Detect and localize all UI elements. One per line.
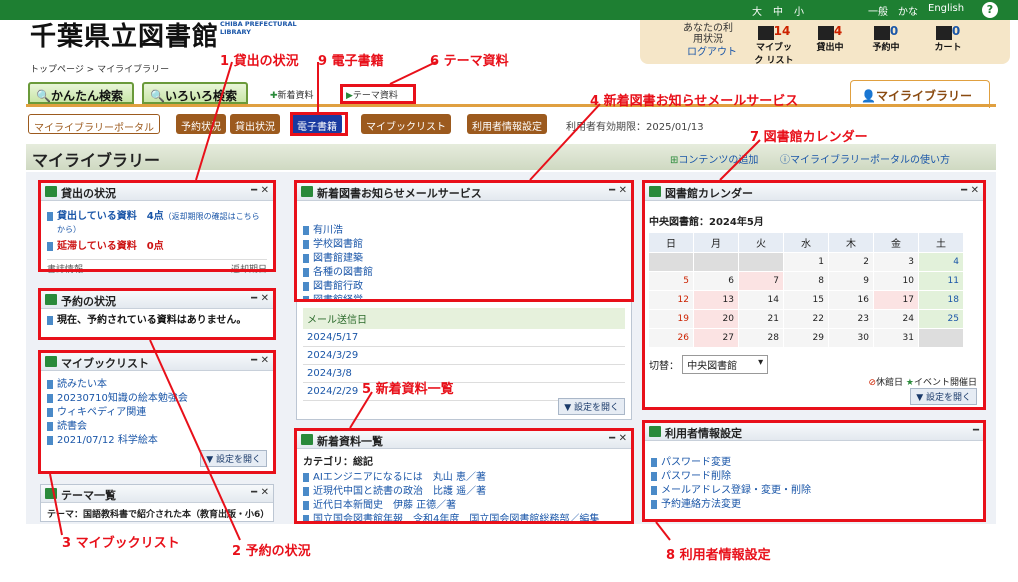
annotation-label-newmail: 4 新着図書お知らせメールサービス <box>590 94 799 109</box>
annotation-label-loans: 1 貸出の状況 <box>220 54 299 69</box>
annotation-leader-lines <box>49 61 761 541</box>
annotation-label-newbooks: 5 新着資料一覧 <box>362 382 454 397</box>
annotation-label-calendar: 7 図書館カレンダー <box>750 130 868 145</box>
annotation-label-mybooklist: 3 マイブックリスト <box>62 536 180 551</box>
annotation-label-reservations: 2 予約の状況 <box>232 544 311 559</box>
annotation-label-usersettings: 8 利用者情報設定 <box>666 548 771 563</box>
annotation-label-ebooks: 9 電子書籍 <box>318 54 384 69</box>
annotation-label-theme: 6 テーマ資料 <box>430 54 509 69</box>
